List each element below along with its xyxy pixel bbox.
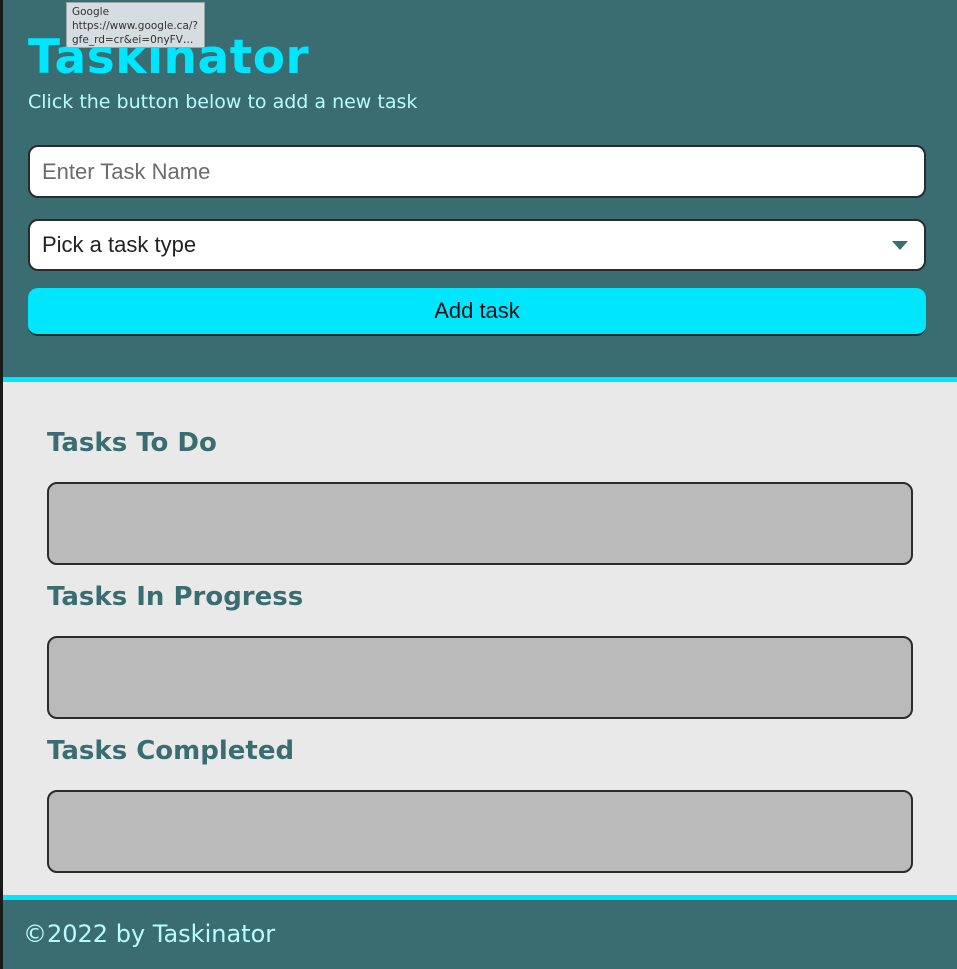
page-header: Taskinator Click the button below to add…	[3, 0, 957, 377]
task-type-select[interactable]: Pick a task type	[28, 219, 926, 271]
task-list-completed[interactable]	[47, 790, 913, 873]
section-title-to-do: Tasks To Do	[47, 428, 217, 458]
task-name-input[interactable]	[28, 145, 926, 198]
task-list-in-progress[interactable]	[47, 636, 913, 719]
page-footer: ©2022 by Taskinator	[3, 900, 957, 969]
copyright-text: ©2022 by Taskinator	[23, 920, 276, 948]
tooltip-url-line-2: gfe_rd=cr&ei=0nyFV9...	[72, 34, 199, 46]
tooltip-url-line-1: https://www.google.ca/?	[72, 20, 198, 32]
chevron-down-icon	[892, 241, 908, 250]
task-board: Tasks To Do Tasks In Progress Tasks Comp…	[3, 382, 957, 895]
add-task-button[interactable]: Add task	[28, 288, 926, 336]
section-title-completed: Tasks Completed	[47, 736, 295, 766]
link-tooltip: Google https://www.google.ca/? gfe_rd=cr…	[66, 2, 205, 48]
section-title-in-progress: Tasks In Progress	[47, 582, 304, 612]
task-list-to-do[interactable]	[47, 482, 913, 565]
task-type-selected-label: Pick a task type	[42, 232, 197, 257]
tooltip-title: Google	[72, 6, 110, 18]
app-subtitle: Click the button below to add a new task	[28, 91, 418, 113]
